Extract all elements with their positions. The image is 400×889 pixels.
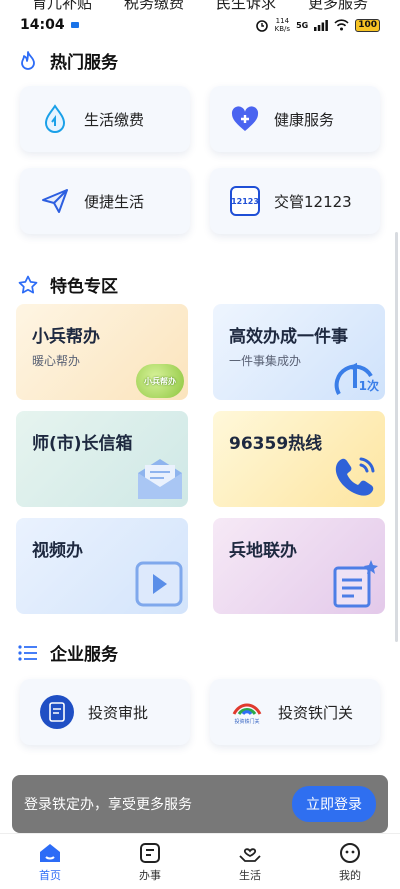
tile-subtitle: 暖心帮办 — [32, 354, 81, 368]
section-enterprise-header: 企业服务 — [18, 640, 118, 665]
nav-item-home[interactable]: 首页 — [0, 834, 100, 889]
tile-xiaobing-help[interactable]: 小兵帮办 暖心帮办 小兵帮办 — [16, 304, 188, 400]
smiley-icon — [340, 843, 360, 863]
tile-title: 96359热线 — [229, 434, 323, 454]
service-label: 交管12123 — [274, 192, 352, 211]
tile-subtitle: 一件事集成办 — [229, 354, 302, 368]
quick-item[interactable]: 更多服务 — [308, 0, 368, 13]
tile-one-thing[interactable]: 高效办成一件事 一件事集成办 1次 — [213, 304, 385, 400]
nav-label: 生活 — [239, 869, 261, 882]
quick-item[interactable]: 税务缴费 — [124, 0, 184, 13]
star-icon — [18, 275, 38, 295]
section-special-header: 特色专区 — [18, 272, 118, 297]
nav-label: 办事 — [139, 869, 161, 882]
service-card-tiemenguan[interactable]: 投资铁门关 投资铁门关 — [210, 679, 380, 745]
tile-title: 师(市)长信箱 — [32, 434, 133, 454]
quick-item[interactable]: 民生诉求 — [216, 0, 276, 13]
tile-video-service[interactable]: 视频办 — [16, 518, 188, 614]
service-card-investment-approval[interactable]: 投资审批 — [20, 679, 190, 745]
hands-heart-icon — [239, 848, 261, 862]
service-card-health[interactable]: 健康服务 — [210, 86, 380, 152]
tile-hotline-96359[interactable]: 96359热线 — [213, 411, 385, 507]
tile-joint-service[interactable]: 兵地联办 — [213, 518, 385, 614]
service-card-traffic-12123[interactable]: 12123 交管12123 — [210, 168, 380, 234]
section-title: 热门服务 — [50, 53, 118, 73]
home-icon — [40, 844, 60, 862]
service-label: 健康服务 — [274, 110, 335, 129]
phone-icon — [331, 451, 381, 505]
login-banner: 登录铁定办，享受更多服务 立即登录 — [12, 775, 388, 833]
traffic-12123-icon: 12123 — [230, 186, 260, 216]
nav-item-services[interactable]: 办事 — [100, 834, 200, 889]
battery-indicator: 100 — [355, 18, 380, 32]
service-card-convenient-life[interactable]: 便捷生活 — [20, 168, 190, 234]
investment-approval-icon — [40, 695, 74, 729]
envelope-icon — [136, 457, 184, 505]
nav-label: 首页 — [39, 869, 61, 882]
status-icons: 114 KB/s 5G 100 — [255, 17, 380, 33]
tile-mayor-mailbox[interactable]: 师(市)长信箱 — [16, 411, 188, 507]
signal-icon — [314, 19, 329, 31]
net-speed: 114 KB/s — [274, 17, 291, 33]
tiemenguan-logo-icon: 投资铁门关 — [230, 697, 264, 727]
nav-label: 我的 — [339, 869, 361, 882]
play-icon — [134, 560, 184, 612]
bottom-nav: 首页 办事 生活 我的 — [0, 833, 400, 889]
service-label: 投资审批 — [88, 703, 149, 722]
tile-title: 兵地联办 — [229, 541, 297, 561]
section-hot-header: 热门服务 — [18, 48, 118, 73]
status-bar: 14:04 114 KB/s 5G 100 — [0, 14, 400, 36]
document-star-icon — [331, 558, 381, 612]
task-icon — [140, 843, 160, 863]
quick-item[interactable]: 育儿补贴 — [32, 0, 92, 13]
tile-title: 视频办 — [32, 541, 83, 561]
login-button[interactable]: 立即登录 — [292, 786, 376, 822]
tile-title: 高效办成一件事 — [229, 327, 348, 347]
alarm-icon — [255, 20, 268, 32]
service-label: 便捷生活 — [84, 192, 145, 211]
water-drop-icon — [40, 104, 70, 134]
scrollbar[interactable] — [395, 232, 398, 642]
service-card-life-payment[interactable]: 生活缴费 — [20, 86, 190, 152]
status-time: 14:04 — [20, 17, 65, 33]
once-clock-icon: 1次 — [331, 358, 381, 398]
notification-icon — [70, 22, 79, 28]
wifi-icon — [334, 19, 349, 31]
section-title: 特色专区 — [50, 277, 118, 297]
xiaobing-mascot-icon: 小兵帮办 — [136, 364, 184, 398]
top-quick-nav: 育儿补贴 税务缴费 民生诉求 更多服务 — [0, 0, 400, 12]
paper-plane-icon — [40, 186, 70, 216]
network-type: 5G — [296, 20, 309, 30]
heart-plus-icon — [230, 104, 260, 134]
section-title: 企业服务 — [50, 645, 118, 665]
nav-item-profile[interactable]: 我的 — [300, 834, 400, 889]
login-prompt-text: 登录铁定办，享受更多服务 — [24, 797, 192, 813]
service-label: 生活缴费 — [84, 110, 145, 129]
service-label: 投资铁门关 — [278, 703, 354, 722]
flame-icon — [18, 50, 38, 71]
nav-item-life[interactable]: 生活 — [200, 834, 300, 889]
tile-title: 小兵帮办 — [32, 327, 100, 347]
list-icon — [18, 643, 38, 663]
